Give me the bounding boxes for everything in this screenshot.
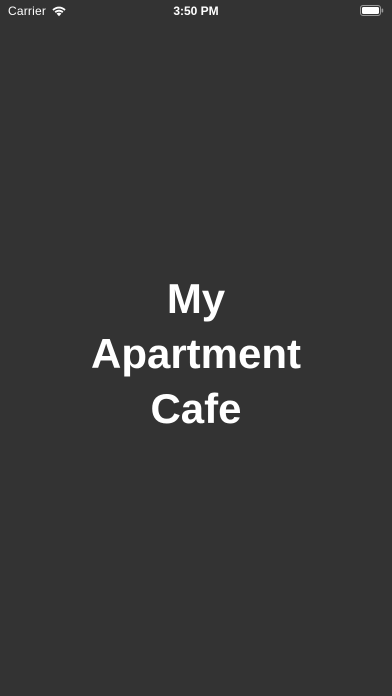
splash-title: My Apartment Cafe: [0, 271, 392, 436]
status-time: 3:50 PM: [173, 4, 219, 18]
status-bar: Carrier 3:50 PM: [0, 0, 392, 22]
battery-icon: [360, 5, 384, 16]
title-line-1: My: [166, 275, 226, 322]
title-line-2: Apartment: [90, 330, 302, 377]
app-screen: Carrier 3:50 PM My Apartment Cafe: [0, 0, 392, 696]
title-line-3: Cafe: [150, 385, 242, 432]
